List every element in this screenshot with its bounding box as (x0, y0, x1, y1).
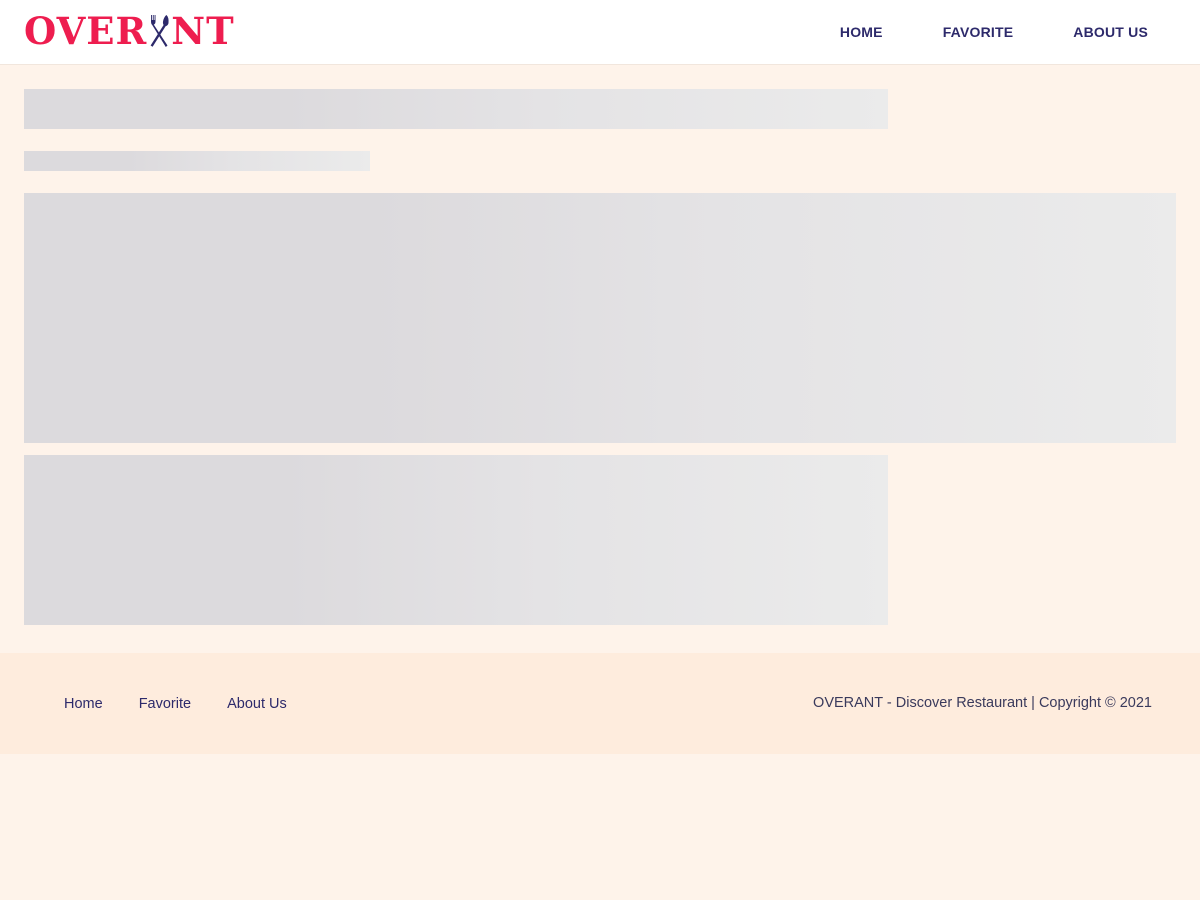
site-footer: Home Favorite About Us OVERANT - Discove… (0, 653, 1200, 754)
logo-text-start: OVER (24, 9, 148, 53)
footer-nav: Home Favorite About Us (46, 653, 305, 754)
brand-logo[interactable]: OVER NT (24, 10, 235, 52)
copyright-text: OVERANT - Discover Restaurant | Copyrigh… (813, 695, 1152, 711)
logo-text-end: NT (171, 9, 235, 53)
skeleton-subtitle-placeholder (24, 151, 370, 171)
footer-about-us-link[interactable]: About Us (209, 696, 305, 712)
main-nav: HOME FAVORITE ABOUT US (810, 0, 1200, 64)
skeleton-content-placeholder (24, 455, 888, 625)
app-header: OVER NT HOME FAVORITE ABOUT US (0, 0, 1200, 65)
fork-knife-icon (148, 14, 170, 48)
skeleton-title-placeholder (24, 89, 888, 129)
nav-home-link[interactable]: HOME (810, 0, 913, 64)
footer-favorite-link[interactable]: Favorite (121, 696, 209, 712)
nav-about-us-link[interactable]: ABOUT US (1043, 0, 1200, 64)
footer-home-link[interactable]: Home (46, 696, 121, 712)
nav-favorite-link[interactable]: FAVORITE (913, 0, 1044, 64)
skeleton-image-placeholder (24, 193, 1176, 443)
